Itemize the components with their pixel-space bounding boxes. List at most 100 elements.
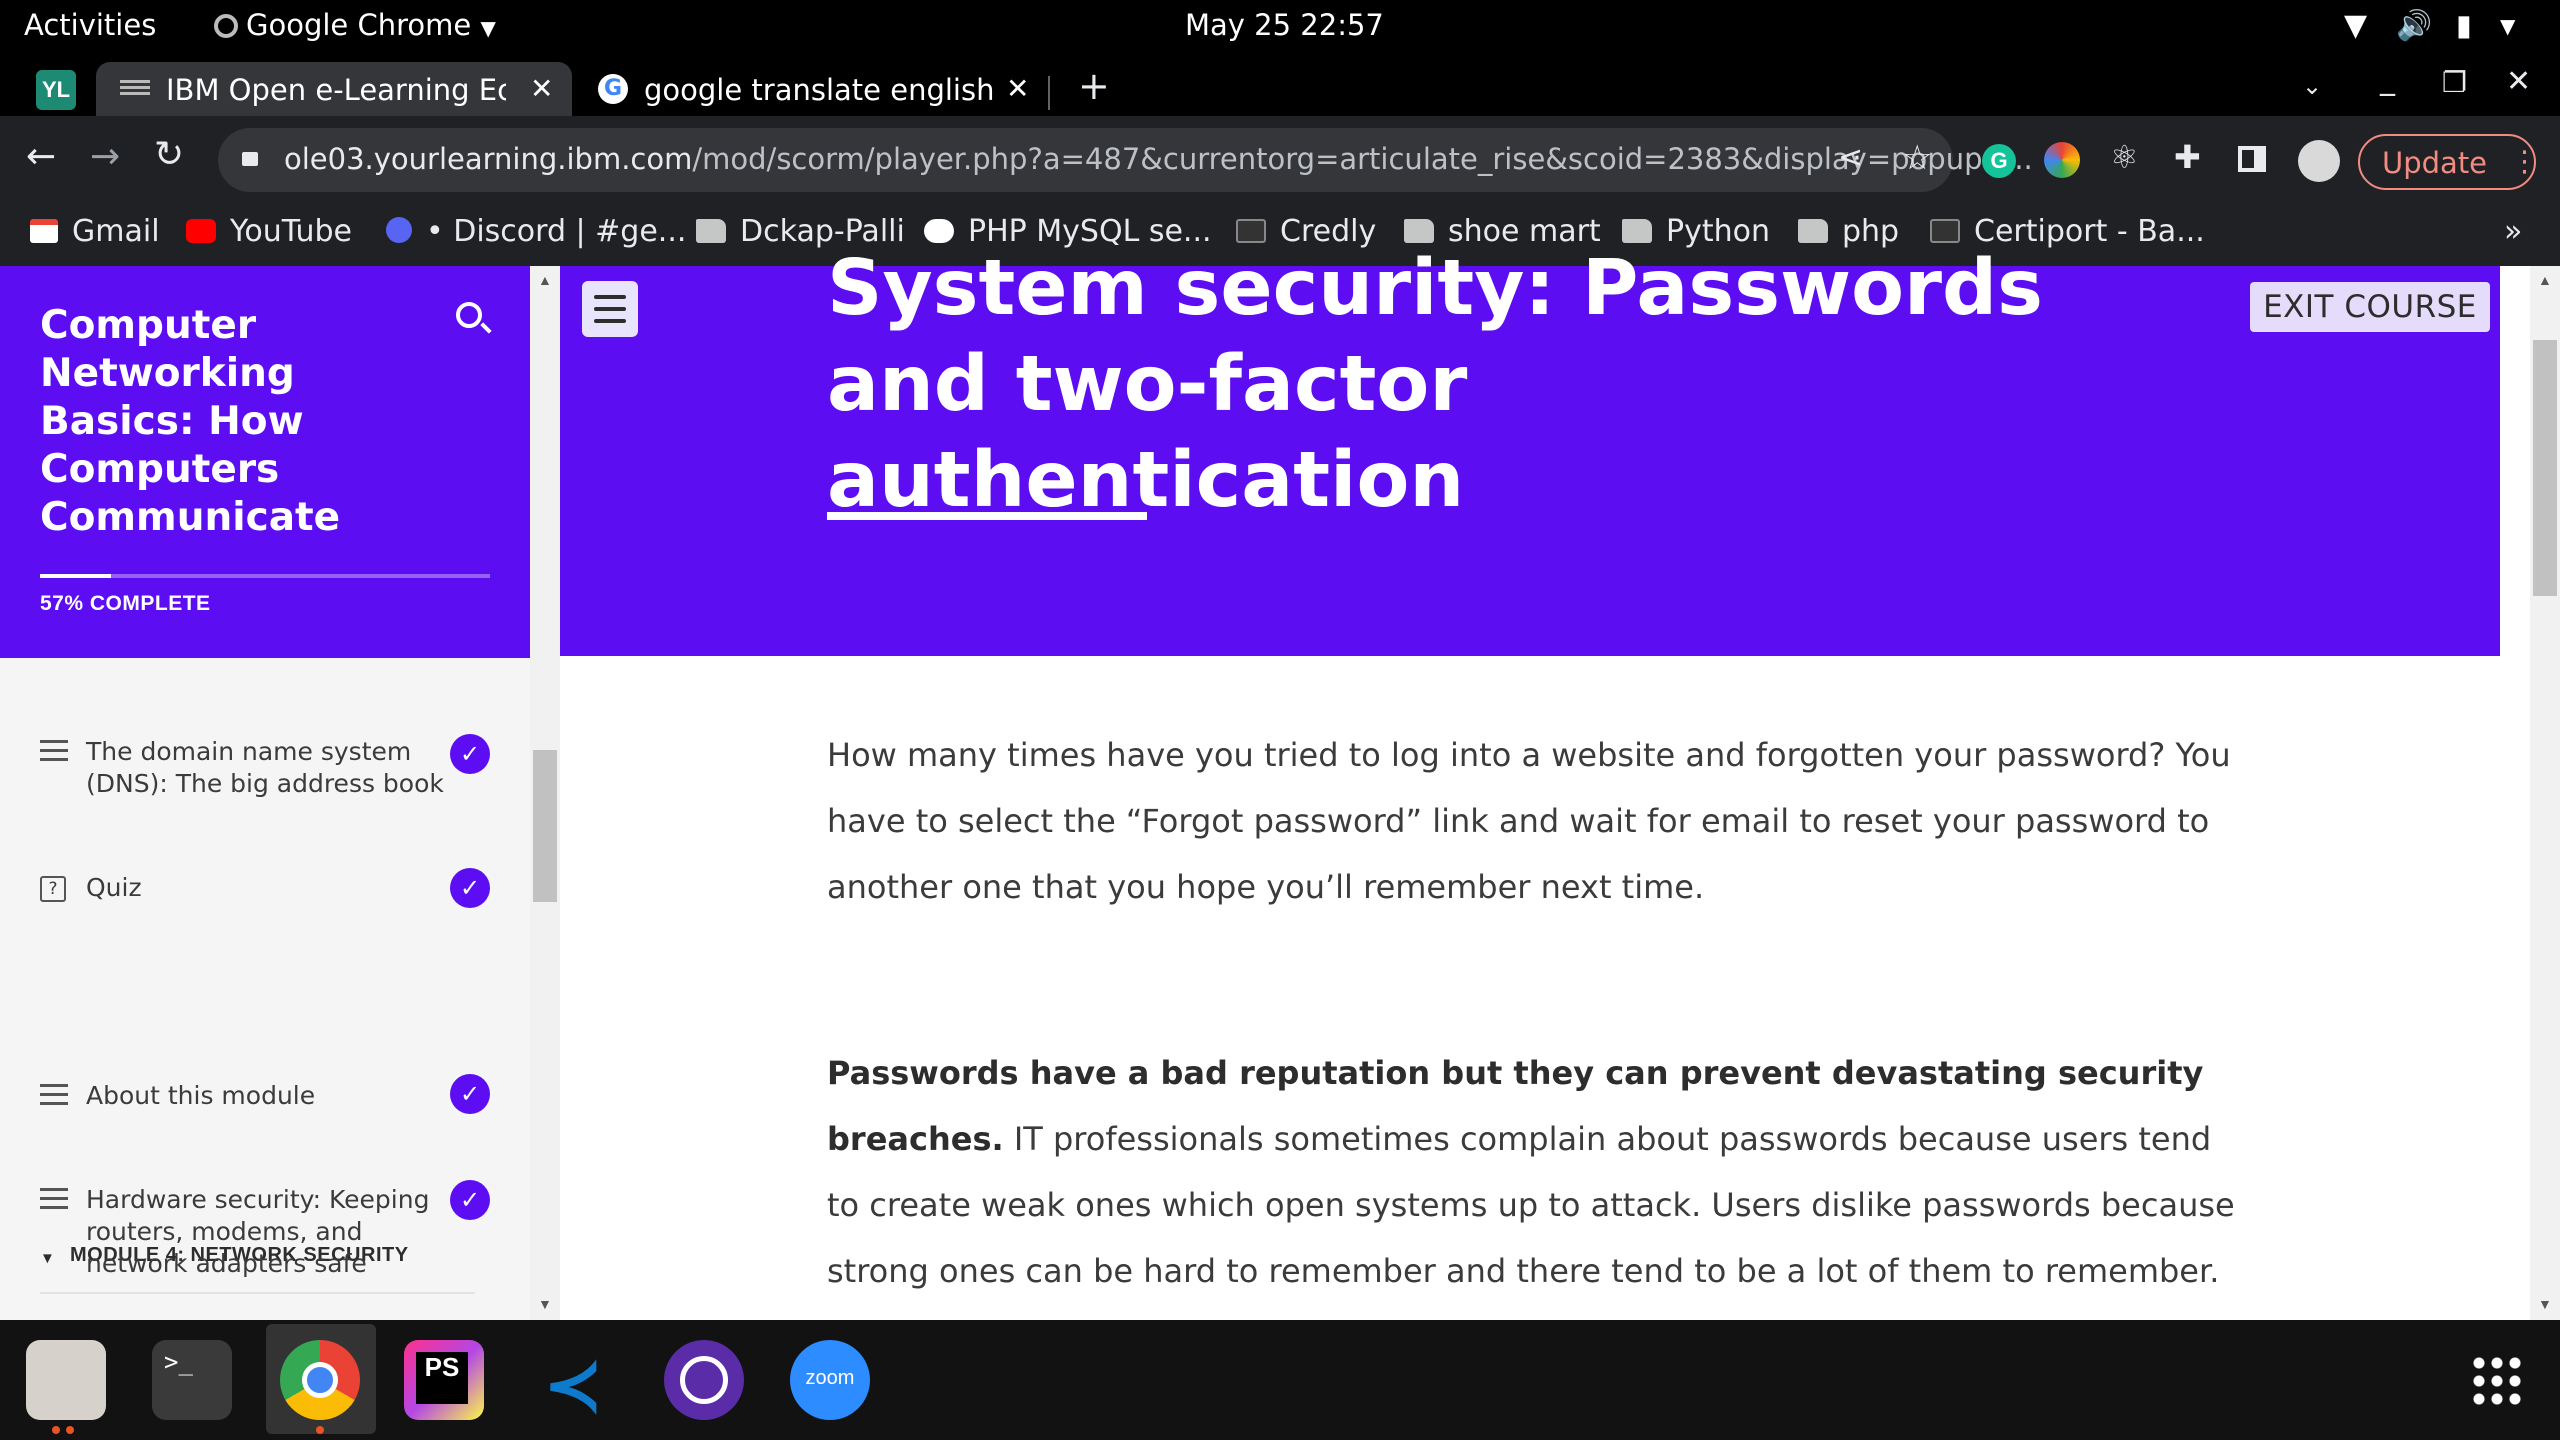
update-label: Update <box>2382 146 2488 180</box>
grammarly-icon[interactable]: G <box>1982 144 2016 178</box>
minimize-icon[interactable]: _ <box>2380 62 2395 97</box>
lesson-title: The domain name system (DNS): The big ad… <box>86 737 444 798</box>
zoom-app-icon[interactable]: zoom <box>790 1340 870 1420</box>
lesson-hardware-security[interactable]: Hardware security: Keeping routers, mode… <box>40 1180 510 1284</box>
course-progress-bar <box>40 574 490 578</box>
hamburger-icon-line <box>594 307 626 311</box>
scroll-up-arrow-icon[interactable]: ▲ <box>2538 272 2552 288</box>
app-menu[interactable]: Google Chrome ▼ <box>214 8 496 42</box>
system-top-bar: Activities Google Chrome ▼ May 25 22:57 … <box>0 0 2560 54</box>
volume-icon[interactable]: 🔊 <box>2396 8 2432 43</box>
chrome-small-icon <box>214 14 238 38</box>
address-bar[interactable]: ole03.yourlearning.ibm.com/mod/scorm/pla… <box>218 128 2033 192</box>
folder-icon <box>1404 219 1434 243</box>
bookmark-star-icon[interactable]: ☆ <box>1902 138 1932 178</box>
lesson-title: Quiz <box>86 873 142 902</box>
url-domain: ole03.yourlearning.ibm.com <box>284 142 693 176</box>
tab-ibm-elearning[interactable]: IBM Open e-Learning Eco ✕ <box>96 62 572 116</box>
url-path: /mod/scorm/player.php?a=487&currentorg=a… <box>692 142 2033 176</box>
folder-icon <box>696 219 726 243</box>
paragraph-body: IT professionals sometimes complain abou… <box>827 1120 2235 1290</box>
check-icon: ✓ <box>450 1180 490 1220</box>
scroll-down-arrow-icon[interactable]: ▼ <box>538 1296 552 1312</box>
course-progress-fill <box>40 574 111 578</box>
close-icon[interactable]: ✕ <box>530 72 553 105</box>
page-scroll-thumb[interactable] <box>2533 340 2557 596</box>
sidebar-scrollbar[interactable]: ▲ ▼ <box>530 266 560 1320</box>
timeshift-app-icon[interactable] <box>664 1340 744 1420</box>
system-menu-chevron-icon[interactable]: ▼ <box>2500 14 2515 38</box>
bookmark-youtube[interactable]: YouTube <box>186 214 352 249</box>
bookmark-label: • Discord | #ge... <box>426 214 687 249</box>
running-indicator <box>66 1426 74 1434</box>
chevron-down-icon: ▼ <box>480 16 496 40</box>
tab-strip: YL IBM Open e-Learning Eco ✕ G google tr… <box>0 54 2560 116</box>
zoom-label: zoom <box>805 1367 855 1389</box>
colorpick-extension-icon[interactable] <box>2044 142 2080 178</box>
gmail-icon <box>30 219 58 243</box>
youtube-icon <box>186 219 216 243</box>
activities-button[interactable]: Activities <box>24 8 156 42</box>
files-app-icon[interactable] <box>26 1340 106 1420</box>
clock[interactable]: May 25 22:57 <box>1185 8 1384 42</box>
kebab-menu-icon: ⋮ <box>2510 144 2539 178</box>
bookmark-discord[interactable]: • Discord | #ge... <box>386 214 686 249</box>
forward-icon[interactable]: → <box>90 136 120 177</box>
extensions-puzzle-icon[interactable]: ✚ <box>2174 138 2201 176</box>
credly-icon <box>1236 219 1266 243</box>
battery-icon[interactable]: ▮ <box>2456 8 2472 42</box>
more-bookmarks-icon[interactable]: » <box>2504 214 2522 249</box>
chrome-app-icon[interactable] <box>280 1340 360 1420</box>
ibm-favicon-icon <box>120 80 150 98</box>
reload-icon[interactable]: ↻ <box>154 134 184 175</box>
back-icon[interactable]: ← <box>26 136 56 177</box>
tab-title: IBM Open e-Learning Eco <box>166 73 506 107</box>
certiport-icon <box>1930 219 1960 243</box>
restore-icon[interactable]: ❐ <box>2442 66 2467 99</box>
scroll-up-arrow-icon[interactable]: ▲ <box>538 272 552 288</box>
sidebar-scroll-thumb[interactable] <box>533 750 557 902</box>
lesson-paragraph-2: Passwords have a bad reputation but they… <box>827 1040 2247 1304</box>
scroll-down-arrow-icon[interactable]: ▼ <box>2538 1296 2552 1312</box>
terminal-app-icon[interactable]: >_ <box>152 1340 232 1420</box>
lesson-dns[interactable]: The domain name system (DNS): The big ad… <box>40 734 510 802</box>
folder-icon <box>1622 219 1652 243</box>
lesson-quiz[interactable]: ? Quiz ✓ <box>40 868 510 912</box>
side-panel-icon[interactable] <box>2238 146 2266 172</box>
app-name: Google Chrome <box>246 8 472 42</box>
lesson-header: System security: Passwords and two-facto… <box>560 244 2500 656</box>
update-button[interactable]: Update ⋮ <box>2358 134 2539 190</box>
vscode-app-icon[interactable]: ≺ <box>536 1340 616 1424</box>
share-icon[interactable]: ⋖ <box>1838 140 1863 175</box>
search-icon[interactable] <box>456 302 492 334</box>
lesson-about-module[interactable]: About this module ✓ <box>40 1074 510 1120</box>
show-apps-grid-icon[interactable] <box>2470 1354 2522 1406</box>
wifi-icon[interactable]: ▼ <box>2344 8 2367 43</box>
check-icon: ✓ <box>450 734 490 774</box>
exit-course-button[interactable]: EXIT COURSE <box>2250 282 2490 332</box>
check-icon: ✓ <box>450 868 490 908</box>
new-tab-button[interactable]: + <box>1078 64 1110 108</box>
hamburger-icon <box>594 295 626 299</box>
phpstorm-app-icon[interactable]: PS <box>404 1340 484 1420</box>
profile-avatar[interactable] <box>2298 140 2340 182</box>
lesson-title: Hardware security: Keeping routers, mode… <box>86 1185 430 1278</box>
tab-divider <box>1048 76 1050 110</box>
yourlearning-app-icon[interactable]: YL <box>36 70 76 110</box>
react-devtools-icon[interactable]: ⚛ <box>2110 138 2139 176</box>
close-icon[interactable]: ✕ <box>1006 72 1029 105</box>
menu-toggle-button[interactable] <box>582 281 638 337</box>
page-scrollbar[interactable]: ▲ ▼ <box>2530 266 2560 1320</box>
discord-icon <box>386 217 412 243</box>
quiz-icon: ? <box>40 876 66 902</box>
medium-icon <box>924 219 954 243</box>
lesson-paragraph-1: How many times have you tried to log int… <box>827 736 2231 906</box>
tab-search-icon[interactable]: ⌄ <box>2302 72 2322 100</box>
hamburger-icon-line <box>594 319 626 323</box>
bookmark-gmail[interactable]: Gmail <box>30 214 160 249</box>
module-divider <box>40 1292 475 1294</box>
tab-google-translate[interactable]: G google translate english t ✕ <box>578 62 1048 116</box>
text-lesson-icon <box>40 1188 68 1209</box>
course-header: Computer Networking Basics: How Computer… <box>0 266 530 658</box>
window-close-icon[interactable]: ✕ <box>2506 64 2531 99</box>
